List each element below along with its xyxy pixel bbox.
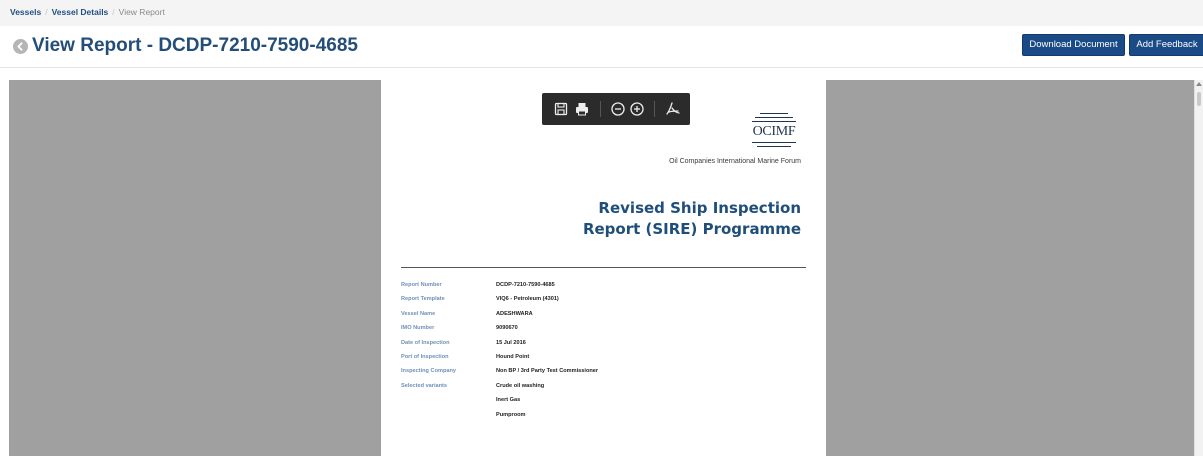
breadcrumb-separator: /: [45, 7, 48, 17]
back-icon[interactable]: [13, 39, 28, 54]
detail-label: Report Number: [401, 282, 442, 288]
page-header: View Report - DCDP-7210-7590-4685 Downlo…: [0, 30, 1203, 68]
detail-value: Hound Point: [496, 353, 530, 360]
viewer-toolbar: [542, 93, 690, 125]
print-icon[interactable]: [574, 101, 590, 117]
scroll-thumb[interactable]: [1197, 92, 1201, 106]
breadcrumb-vessels[interactable]: Vessels: [10, 7, 41, 17]
divider: [401, 267, 806, 268]
scroll-up-icon[interactable]: [1196, 82, 1202, 86]
toolbar-divider: [600, 101, 601, 117]
detail-label: Port of Inspection: [401, 353, 449, 360]
detail-label: Date of Inspection: [401, 339, 450, 346]
detail-row: Inert Gas: [401, 393, 806, 407]
detail-label: Inspecting Company: [401, 368, 457, 375]
detail-row: Date of Inspection 15 Jul 2016: [401, 336, 806, 350]
detail-value: Crude oil washing: [496, 382, 545, 389]
toolbar-divider: [654, 101, 655, 117]
detail-label: Vessel Name: [401, 310, 436, 317]
detail-row: IMO Number 9090670: [401, 321, 806, 335]
add-feedback-button[interactable]: Add Feedback: [1129, 34, 1203, 56]
detail-row: Report Number DCDP-7210-7590-4685: [401, 278, 806, 292]
detail-row: Report Template VIQ6 - Petroleum (4301): [401, 292, 806, 306]
detail-label: Report Template: [401, 296, 445, 303]
detail-value: Non BP / 3rd Party Test Commissioner: [496, 368, 599, 375]
detail-value: ADESHWARA: [496, 310, 533, 317]
document-viewer[interactable]: OCIMF Oil Companies International Marine…: [9, 80, 1194, 456]
detail-label: Selected variants: [401, 382, 448, 389]
page-title: View Report - DCDP-7210-7590-4685: [32, 35, 358, 56]
document-title: Revised Ship Inspection Report (SIRE) Pr…: [583, 198, 801, 240]
detail-row: Port of Inspection Hound Point: [401, 350, 806, 364]
forum-name: Oil Companies International Marine Forum: [669, 158, 801, 165]
download-document-button[interactable]: Download Document: [1022, 34, 1125, 56]
breadcrumb: Vessels / Vessel Details / View Report: [0, 0, 1203, 26]
detail-row: Selected variants Crude oil washing: [401, 379, 806, 393]
detail-label: IMO Number: [401, 325, 435, 332]
detail-value: Inert Gas: [496, 397, 521, 404]
logo-text: OCIMF: [752, 124, 796, 139]
document-title-line: Report (SIRE) Programme: [582, 220, 801, 238]
document-page: OCIMF Oil Companies International Marine…: [381, 80, 826, 456]
detail-row: Pumproom: [401, 408, 806, 422]
document-title-line: Revised Ship Inspection: [598, 199, 801, 217]
breadcrumb-current: View Report: [118, 7, 165, 17]
breadcrumb-vessel-details[interactable]: Vessel Details: [52, 7, 109, 17]
zoom-in-icon[interactable]: [629, 101, 645, 117]
detail-value: 9090670: [496, 325, 518, 332]
ocimf-logo: OCIMF: [747, 110, 801, 150]
pdf-icon[interactable]: [665, 101, 681, 117]
report-details: Report Number DCDP-7210-7590-4685 Report …: [401, 278, 806, 422]
breadcrumb-separator: /: [112, 7, 115, 17]
zoom-out-icon[interactable]: [610, 101, 626, 117]
detail-row: Inspecting Company Non BP / 3rd Party Tes…: [401, 364, 806, 378]
viewer-scrollbar[interactable]: [1194, 80, 1203, 456]
save-icon[interactable]: [553, 101, 569, 117]
detail-value: 15 Jul 2016: [496, 339, 526, 346]
detail-value: DCDP-7210-7590-4685: [496, 282, 555, 288]
detail-value: Pumproom: [496, 411, 526, 418]
detail-value: VIQ6 - Petroleum (4301): [496, 296, 559, 303]
detail-row: Vessel Name ADESHWARA: [401, 307, 806, 321]
